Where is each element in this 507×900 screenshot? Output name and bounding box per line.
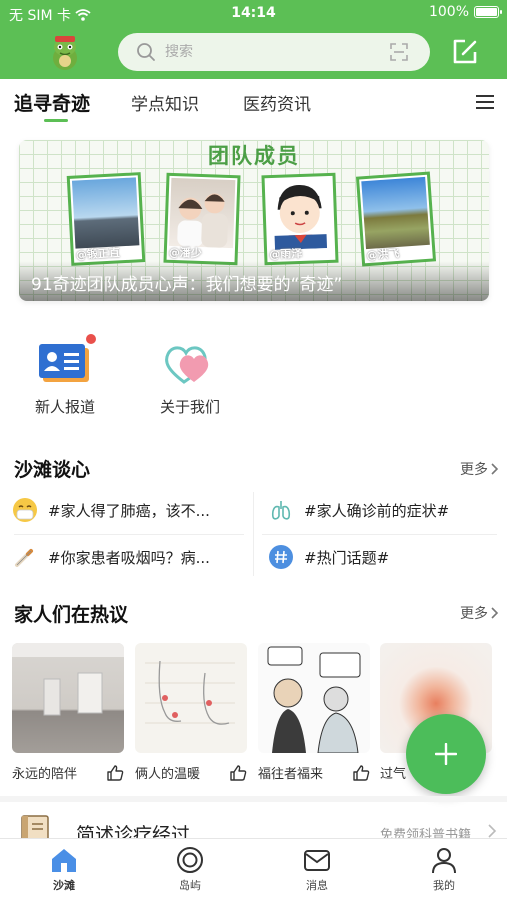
active-tab-indicator [44,119,68,122]
topic-text: #热门话题# [304,548,390,567]
tab-pursue-miracle[interactable]: 追寻奇迹 [14,89,90,116]
nav-island[interactable]: 岛屿 [150,845,230,893]
banner-title: 团队成员 [208,144,300,168]
tab-learn-knowledge[interactable]: 学点知识 [131,90,199,115]
member-photo: @雨泽 [261,172,339,266]
plus-icon [435,743,457,765]
card-caption: 永远的陪伴 [12,767,78,782]
member-photo: @锻正直 [66,172,146,266]
section-title-beach-talk: 沙滩谈心 [14,459,91,481]
menu-icon[interactable] [476,94,494,110]
nav-label: 我的 [433,879,455,892]
status-bar: 无 SIM 卡 14:14 100% [0,0,507,26]
card-footer: 福往者福来 [258,763,370,782]
scan-icon[interactable] [390,43,408,61]
bottom-nav: 沙滩 岛屿 消息 我的 [0,838,507,900]
id-card-icon [39,344,89,382]
chevron-right-icon [491,463,499,475]
card-image [258,643,370,753]
home-icon [52,849,76,872]
entry-label: 关于我们 [159,398,220,416]
category-tabs: 追寻奇迹 学点知识 医药资讯 [0,79,507,125]
header-row [0,30,507,76]
topic-item[interactable]: #你家患者吸烟吗？病... [12,537,248,577]
entry-about-us[interactable]: 关于我们 [135,340,245,417]
notification-badge [86,334,96,344]
chevron-right-icon [488,824,497,838]
mask-face-icon [13,498,37,522]
topic-text: #家人得了肺癌，该不... [48,501,210,520]
topic-item[interactable]: #热门话题# [268,537,500,577]
section-title-hot-discussion: 家人们在热议 [14,604,129,626]
card-caption: 俩人的温暖 [135,767,201,782]
nav-label: 岛屿 [179,879,201,892]
circle-target-icon [177,847,203,873]
member-photo: @洪飞 [355,171,437,267]
featured-banner[interactable]: 团队成员 @锻正直 @潘少 @雨泽 @洪飞 91奇迹团队成员心声：我们想要的“奇… [19,140,489,301]
search-icon [137,43,155,61]
battery-percent: 100% [428,4,469,20]
discussion-card[interactable]: 永远的陪伴 [12,643,124,782]
compose-icon[interactable] [451,38,479,66]
divider [262,534,497,535]
battery-status: 100% [428,4,502,20]
member-photo: @潘少 [163,172,241,266]
tab-medical-news[interactable]: 医药资讯 [243,90,311,115]
mascot-avatar[interactable] [47,32,83,72]
member-tag: @锻正直 [75,246,121,262]
card-image [12,643,124,753]
member-tag: @雨泽 [268,246,303,262]
top-header: 无 SIM 卡 14:14 100% [0,0,507,79]
more-label: 更多 [460,462,488,478]
member-tag: @潘少 [168,245,203,261]
thumbs-up-icon[interactable] [106,764,124,782]
cigarette-icon [15,549,33,567]
card-caption: 福往者福来 [258,767,324,782]
topic-text: #你家患者吸烟吗？病... [48,548,210,567]
nav-label: 沙滩 [53,879,75,892]
thumbs-up-icon[interactable] [229,764,247,782]
more-link-beach-talk[interactable]: 更多 [460,459,499,479]
lungs-icon [271,501,291,520]
search-input[interactable] [165,44,365,60]
card-image [135,643,247,753]
user-icon [432,848,456,874]
hashtag-icon [269,545,293,569]
battery-icon [474,6,502,18]
search-bar[interactable] [118,33,430,71]
more-link-hot-discussion[interactable]: 更多 [460,603,499,623]
topic-item[interactable]: #家人得了肺癌，该不... [12,490,248,530]
nav-label: 消息 [306,879,328,892]
card-footer: 俩人的温暖 [135,763,247,782]
add-post-button[interactable] [406,714,486,794]
banner-caption: 91奇迹团队成员心声：我们想要的“奇迹” [31,275,343,295]
chevron-right-icon [491,607,499,619]
hearts-icon [165,346,209,384]
card-caption: 过气 [380,767,407,782]
section-separator [0,796,507,802]
thumbs-up-icon[interactable] [352,764,370,782]
nav-messages[interactable]: 消息 [277,845,357,893]
nav-profile[interactable]: 我的 [404,845,484,893]
mail-icon [304,850,330,871]
card-footer: 永远的陪伴 [12,763,124,782]
entry-label: 新人报道 [34,398,95,416]
discussion-card[interactable]: 俩人的温暖 [135,643,247,782]
divider [14,534,244,535]
entry-new-member[interactable]: 新人报道 [10,334,120,417]
more-label: 更多 [460,606,488,622]
divider [253,492,254,576]
nav-beach[interactable]: 沙滩 [24,845,104,893]
topic-text: #家人确诊前的症状# [304,501,450,520]
topic-item[interactable]: #家人确诊前的症状# [268,490,500,530]
discussion-card[interactable]: 福往者福来 [258,643,370,782]
